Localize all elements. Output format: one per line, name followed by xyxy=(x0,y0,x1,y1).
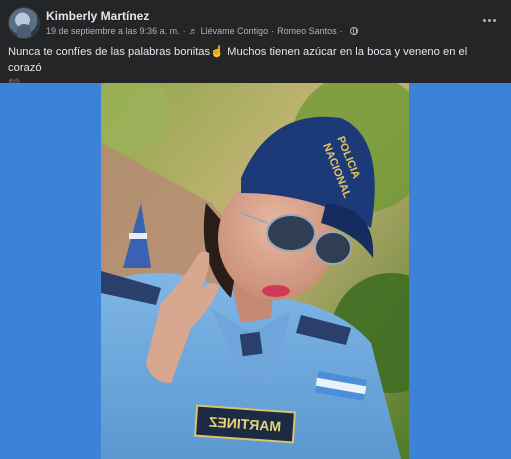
post-header: Kimberly Martínez 19 de septiembre a las… xyxy=(8,6,503,40)
photo-illustration: MARTINEZ POLICIA NACIONAL xyxy=(101,83,409,459)
more-dot xyxy=(492,18,496,22)
post-media[interactable]: MARTINEZ POLICIA NACIONAL xyxy=(0,83,511,459)
caption-text: Nunca te confíes de las palabras bonitas xyxy=(8,46,211,58)
song-artist[interactable]: Romeo Santos xyxy=(277,26,337,36)
meta-separator: · xyxy=(339,26,343,36)
facebook-post: Kimberly Martínez 19 de septiembre a las… xyxy=(0,0,511,459)
music-note-icon: ♬ xyxy=(188,26,198,36)
globe-icon[interactable] xyxy=(349,27,358,35)
more-dot xyxy=(482,18,486,22)
post-date[interactable]: 19 de septiembre a las 9:36 a. m. xyxy=(46,26,180,36)
pointing-up-emoji: ☝ xyxy=(210,46,225,58)
author-avatar[interactable] xyxy=(8,7,40,39)
meta-separator: · xyxy=(182,26,186,36)
meta-separator: · xyxy=(271,26,275,36)
song-title[interactable]: Llévame Contigo xyxy=(201,26,269,36)
author-name[interactable]: Kimberly Martínez xyxy=(46,9,149,23)
more-options-button[interactable] xyxy=(479,12,499,28)
post-meta: 19 de septiembre a las 9:36 a. m. · ♬ Ll… xyxy=(46,26,358,36)
more-dot xyxy=(487,18,491,22)
post-photo[interactable]: MARTINEZ POLICIA NACIONAL xyxy=(101,83,409,459)
